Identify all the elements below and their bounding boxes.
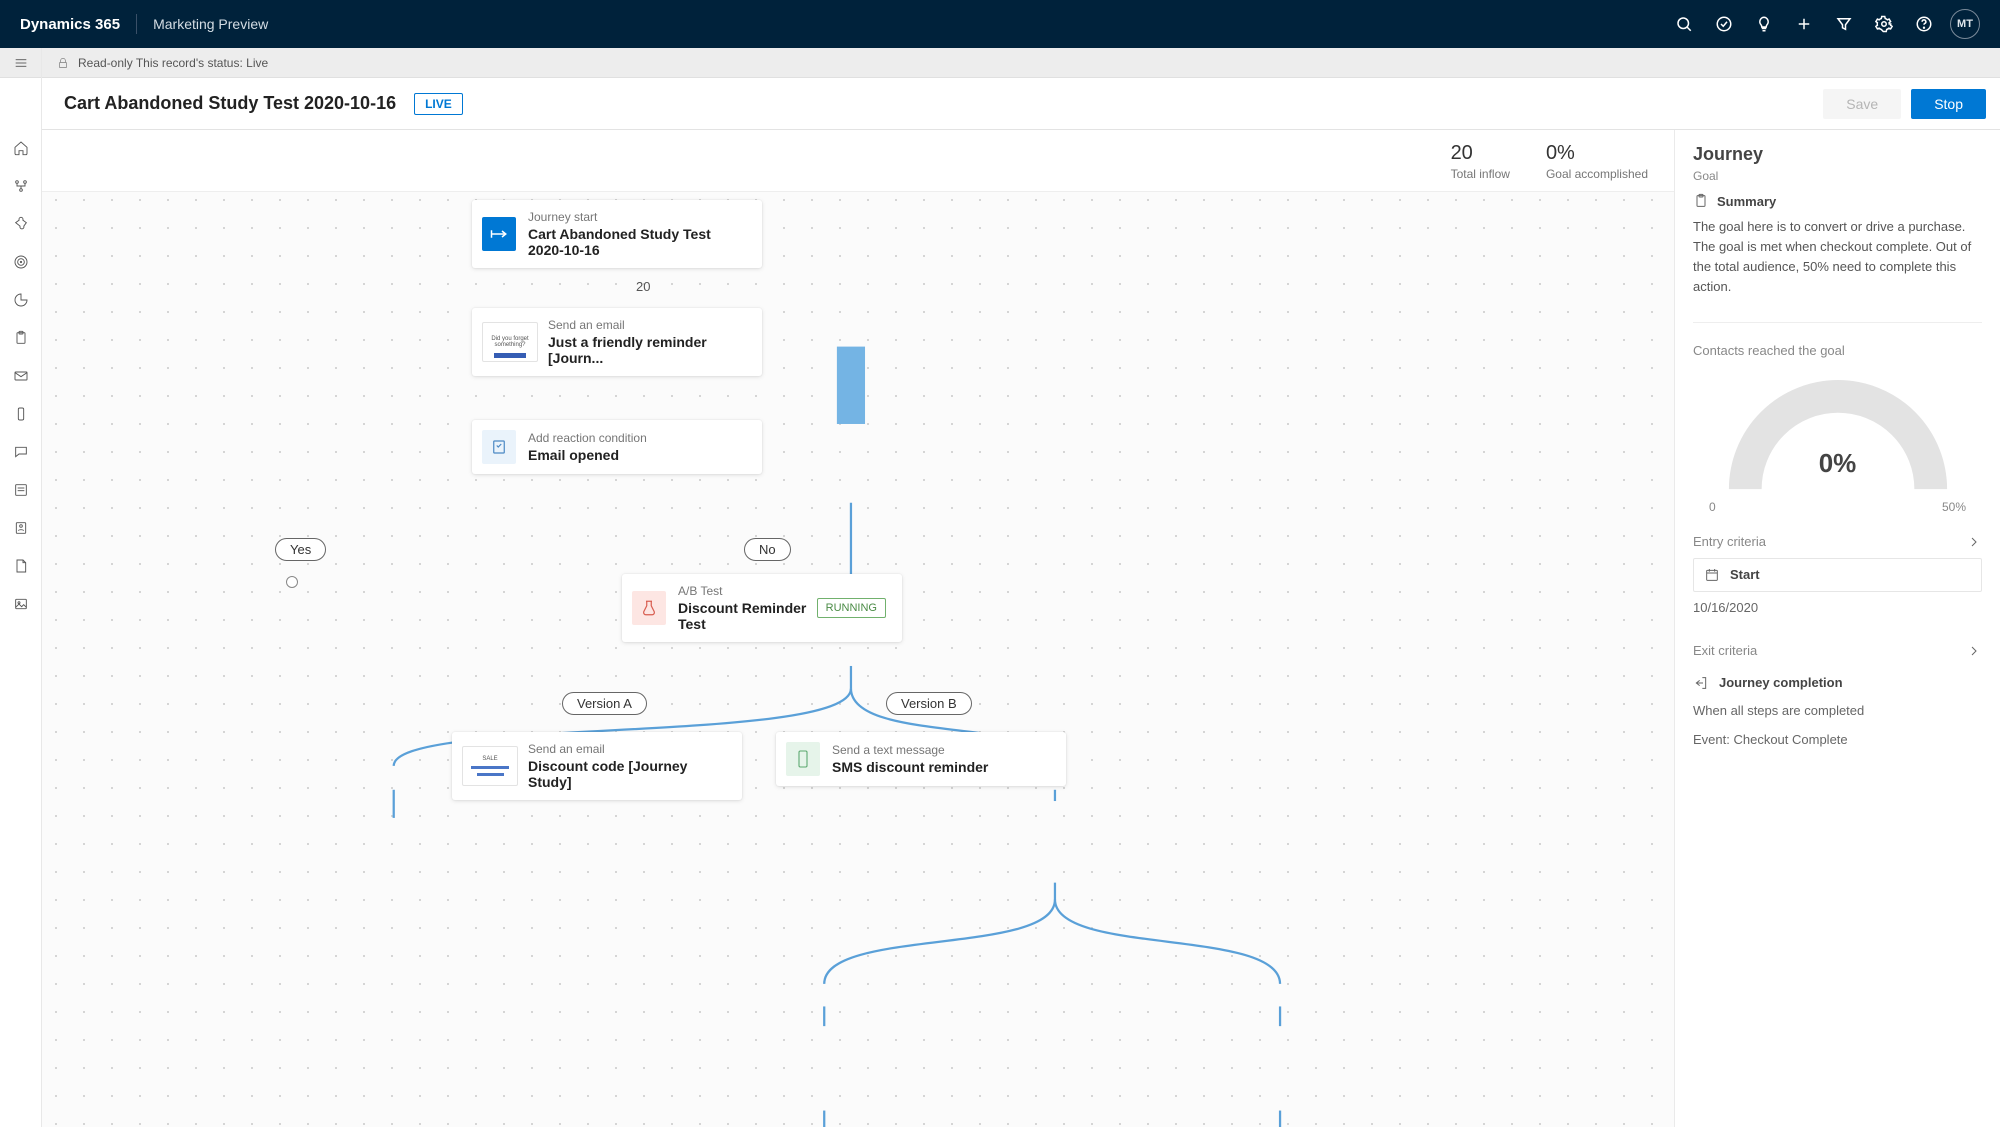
exit-icon (1693, 675, 1709, 691)
settings-icon[interactable] (1864, 0, 1904, 48)
rail-home-icon[interactable] (0, 136, 42, 160)
page-header: Cart Abandoned Study Test 2020-10-16 LIV… (0, 78, 2000, 130)
abtest-icon (632, 591, 666, 625)
condition-icon (482, 430, 516, 464)
exit-text2: Event: Checkout Complete (1675, 732, 2000, 761)
gauge-value: 0% (1698, 448, 1978, 479)
right-panel: Journey Goal Summary The goal here is to… (1674, 130, 2000, 1127)
calendar-icon (1704, 567, 1720, 583)
chevron-right-icon (1966, 534, 1982, 550)
node-ab-test[interactable]: A/B Test Discount Reminder Test RUNNING (622, 574, 902, 642)
user-avatar[interactable]: MT (1950, 9, 1980, 39)
entry-start-row[interactable]: Start (1693, 558, 1982, 592)
node-emailA-sub: Send an email (528, 742, 726, 756)
app-name: Marketing Preview (153, 16, 268, 32)
task-check-icon[interactable] (1704, 0, 1744, 48)
divider (1693, 322, 1982, 323)
ab-status-badge: RUNNING (817, 598, 886, 618)
rail-mail-icon[interactable] (0, 364, 42, 388)
metrics-row: 20 Total inflow 0% Goal accomplished (42, 130, 1674, 192)
gauge-max: 50% (1942, 500, 1966, 514)
yes-endpoint[interactable] (286, 576, 298, 588)
connector-lines (42, 182, 1674, 1127)
readonly-bar: Read-only This record's status: Live (0, 48, 2000, 78)
entry-date: 10/16/2020 (1675, 598, 2000, 629)
node-ab-sub: A/B Test (678, 584, 817, 598)
save-button: Save (1823, 89, 1901, 119)
panel-heading: Journey (1675, 130, 2000, 169)
metric-goal-label: Goal accomplished (1546, 167, 1648, 181)
branch-version-a[interactable]: Version A (562, 692, 647, 715)
summary-text: The goal here is to convert or drive a p… (1675, 217, 2000, 316)
workspace: 20 Total inflow 0% Goal accomplished (0, 130, 2000, 1127)
node-start-title: Cart Abandoned Study Test 2020-10-16 (528, 226, 746, 258)
node-sms-title: SMS discount reminder (832, 759, 988, 775)
node-ab-title: Discount Reminder Test (678, 600, 817, 632)
entry-label[interactable]: Entry criteria (1675, 520, 2000, 558)
sms-icon (786, 742, 820, 776)
top-nav: Dynamics 365 Marketing Preview MT (0, 0, 2000, 48)
clipboard-icon (1693, 193, 1709, 209)
left-rail (0, 48, 42, 1127)
node-emailA-title: Discount code [Journey Study] (528, 758, 726, 790)
node-cond-sub: Add reaction condition (528, 431, 647, 445)
email-thumbnail: Did you forget something? (482, 322, 538, 362)
summary-heading: Summary (1675, 193, 2000, 217)
rail-chat-icon[interactable] (0, 440, 42, 464)
metric-goal-value: 0% (1546, 142, 1648, 165)
goal-gauge: 0% 0 50% (1675, 366, 2000, 520)
metric-inflow: 20 Total inflow (1451, 142, 1510, 181)
rail-phone-icon[interactable] (0, 402, 42, 426)
rail-template-icon[interactable] (0, 516, 42, 540)
search-icon[interactable] (1664, 0, 1704, 48)
node-version-b-sms[interactable]: Send a text message SMS discount reminde… (776, 732, 1066, 786)
chevron-right-icon (1966, 643, 1982, 659)
node-start-sub: Journey start (528, 210, 746, 224)
gauge-min: 0 (1709, 500, 1716, 514)
rail-image-icon[interactable] (0, 592, 42, 616)
node-email1-title: Just a friendly reminder [Journ... (548, 334, 746, 366)
node-cond-title: Email opened (528, 447, 647, 463)
gauge-label: Contacts reached the goal (1675, 329, 2000, 366)
rail-puzzle-icon[interactable] (0, 212, 42, 236)
node-sms-sub: Send a text message (832, 743, 988, 757)
page-title: Cart Abandoned Study Test 2020-10-16 (64, 93, 396, 114)
help-icon[interactable] (1904, 0, 1944, 48)
journey-canvas[interactable]: 20 Total inflow 0% Goal accomplished (42, 130, 1674, 1127)
lightbulb-icon[interactable] (1744, 0, 1784, 48)
rail-chart-icon[interactable] (0, 288, 42, 312)
readonly-text: Read-only This record's status: Live (78, 56, 268, 70)
exit-completion-row[interactable]: Journey completion (1675, 667, 2000, 699)
hamburger-menu[interactable] (0, 48, 41, 78)
rail-bookmark-icon[interactable] (0, 554, 42, 578)
branch-version-b[interactable]: Version B (886, 692, 972, 715)
stop-button[interactable]: Stop (1911, 89, 1986, 119)
node-version-a-email[interactable]: SALE Send an email Discount code [Journe… (452, 732, 742, 800)
metric-inflow-label: Total inflow (1451, 167, 1510, 181)
branch-yes[interactable]: Yes (275, 538, 326, 561)
node-send-email-1[interactable]: Did you forget something? Send an email … (472, 308, 762, 376)
rail-clipboard-icon[interactable] (0, 326, 42, 350)
lock-icon (56, 56, 70, 70)
node-email1-sub: Send an email (548, 318, 746, 332)
rail-journey-icon[interactable] (0, 174, 42, 198)
rail-target-icon[interactable] (0, 250, 42, 274)
node-condition[interactable]: Add reaction condition Email opened (472, 420, 762, 474)
metric-goal: 0% Goal accomplished (1546, 142, 1648, 181)
metric-inflow-value: 20 (1451, 142, 1510, 165)
exit-label[interactable]: Exit criteria (1675, 629, 2000, 667)
add-icon[interactable] (1784, 0, 1824, 48)
goal-label: Goal (1675, 169, 2000, 193)
start-icon (482, 217, 516, 251)
emailA-thumbnail: SALE (462, 746, 518, 786)
node-journey-start[interactable]: Journey start Cart Abandoned Study Test … (472, 200, 762, 268)
branch-no[interactable]: No (744, 538, 791, 561)
rail-form-icon[interactable] (0, 478, 42, 502)
flow-count: 20 (628, 275, 658, 298)
brand: Dynamics 365 (20, 16, 120, 33)
filter-icon[interactable] (1824, 0, 1864, 48)
status-badge: LIVE (414, 93, 463, 115)
nav-divider (136, 14, 137, 34)
exit-text1: When all steps are completed (1675, 699, 2000, 732)
